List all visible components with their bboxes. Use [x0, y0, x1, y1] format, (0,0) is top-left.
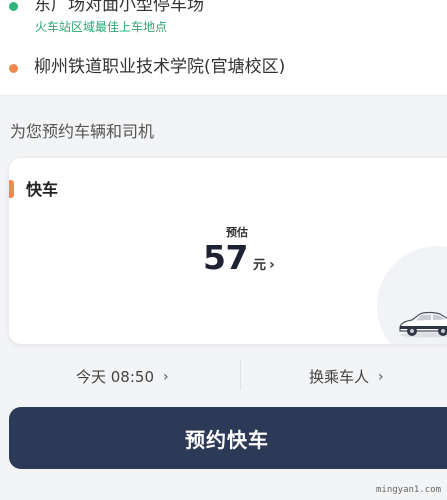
- divider: [240, 360, 241, 390]
- chevron-right-icon: ›: [268, 257, 275, 273]
- route-card: 东广场对面小型停车场 火车站区域最佳上车地点 柳州铁道职业技术学院(官塘校区): [0, 0, 447, 96]
- destination-location[interactable]: 柳州铁道职业技术学院(官塘校区): [34, 52, 285, 77]
- destination-dot-icon: [9, 64, 18, 73]
- booking-options: 今天 08:50 › 换乘车人 ›: [0, 356, 447, 396]
- change-rider-selector[interactable]: 换乘车人 ›: [309, 366, 384, 387]
- pickup-dot-icon: [9, 2, 18, 11]
- car-type-name: 快车: [26, 180, 59, 199]
- price-detail-link[interactable]: 57 元 ›: [203, 238, 275, 277]
- change-rider-label: 换乘车人: [309, 368, 370, 386]
- section-title: 为您预约车辆和司机: [10, 122, 155, 141]
- departure-time-selector[interactable]: 今天 08:50 ›: [76, 366, 169, 387]
- watermark: mingyan1.com: [376, 485, 442, 495]
- car-option-card[interactable]: 快车 预估 57 元 ›: [9, 158, 447, 344]
- chevron-right-icon: ›: [163, 368, 169, 385]
- pickup-hint: 火车站区域最佳上车地点: [35, 20, 168, 34]
- price-unit: 元: [252, 258, 266, 273]
- price-value: 57: [203, 238, 248, 277]
- departure-time-label: 今天 08:50: [76, 368, 154, 386]
- car-icon: [399, 311, 447, 338]
- chevron-right-icon: ›: [378, 368, 384, 385]
- pickup-location[interactable]: 东广场对面小型停车场: [34, 0, 204, 15]
- book-ride-button[interactable]: 预约快车: [9, 407, 447, 469]
- selected-indicator: [9, 180, 14, 198]
